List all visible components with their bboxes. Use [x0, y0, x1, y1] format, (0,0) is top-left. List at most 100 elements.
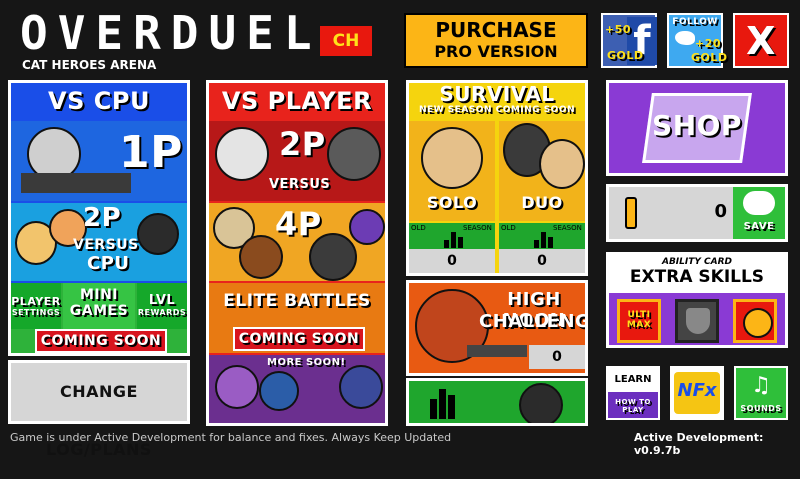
- duo-cat-icon: [539, 139, 585, 189]
- alien-cat-icon: [339, 365, 383, 409]
- dark-cat-icon: [137, 213, 179, 255]
- twitter-follow-button[interactable]: FOLLOW +20 GOLD: [667, 13, 727, 68]
- pro-version-label: PRO VERSION: [434, 42, 558, 61]
- duo-score: 0: [499, 249, 585, 273]
- ability-card-panel: ABILITY CARD EXTRA SKILLS ULTI MAX: [606, 252, 788, 348]
- versus-label: VERSUS: [269, 177, 331, 192]
- four-player-button[interactable]: 4P: [209, 203, 385, 281]
- coming-soon-badge: COMING SOON: [233, 327, 365, 351]
- shield-icon: [686, 308, 710, 334]
- solo-chart-icon: [443, 229, 464, 248]
- cat-skill-card[interactable]: [733, 299, 777, 343]
- player-settings-label: PLAYER: [11, 295, 61, 308]
- nfx-label: NFx: [677, 380, 717, 401]
- speaker-icon: ♫: [751, 373, 771, 398]
- solo-old-label: OLD: [411, 224, 426, 232]
- vs-cpu-panel: VS CPU 1P 2P VERSUS CPU PLAYER SETTINGS …: [8, 80, 190, 356]
- shop-button[interactable]: SHOP: [606, 80, 788, 176]
- ulti-max-card[interactable]: ULTI MAX: [617, 299, 661, 343]
- gold-amount: 0: [714, 201, 727, 222]
- shop-label: SHOP: [652, 109, 742, 142]
- twitter-bonus-amount: +20: [695, 37, 722, 50]
- survival-solo-button[interactable]: SOLO: [409, 121, 495, 221]
- changelog-label: CHANGE LOG/PLANS: [46, 382, 152, 459]
- save-button[interactable]: SAVE: [733, 187, 785, 239]
- one-player-button[interactable]: 1P: [11, 121, 187, 201]
- solo-cat-icon: [421, 127, 483, 189]
- games-label: GAMES: [69, 303, 129, 319]
- duo-label: DUO: [521, 193, 563, 212]
- two-player-versus-button[interactable]: 2P VERSUS: [209, 121, 385, 201]
- extra-skills-label: EXTRA SKILLS: [629, 267, 765, 287]
- ability-card-label: ABILITY CARD: [661, 257, 733, 267]
- learn-label: LEARN: [608, 368, 658, 392]
- four-p-label: 4P: [275, 205, 322, 243]
- player-settings-sub-label: SETTINGS: [11, 308, 61, 317]
- survival-duo-button[interactable]: DUO: [499, 121, 585, 221]
- game-subtitle: CAT HEROES ARENA: [22, 58, 157, 72]
- solo-label: SOLO: [426, 193, 478, 212]
- changelog-button[interactable]: CHANGE LOG/PLANS: [8, 360, 190, 459]
- twitter-bird-icon: [675, 31, 695, 45]
- gold-save-row: 0 SAVE: [606, 184, 788, 242]
- follow-label: FOLLOW: [672, 17, 718, 27]
- solo-score: 0: [409, 249, 495, 273]
- duo-stats: OLD SEASON 0: [499, 223, 585, 273]
- nfx-button[interactable]: NFx: [670, 366, 724, 420]
- mini-label: MINI: [79, 287, 119, 303]
- elite-battles-button[interactable]: ELITE BATTLES COMING SOON: [209, 283, 385, 353]
- vs-player-panel: VS PLAYER 2P VERSUS 4P ELITE BATTLES COM…: [206, 80, 388, 426]
- vs-player-title: VS PLAYER: [209, 83, 385, 119]
- facebook-bonus-amount: +50: [605, 23, 632, 36]
- revolver-icon: [467, 345, 527, 357]
- game-title: OVERDUEL: [20, 6, 322, 60]
- challenge-label: CHALLENGE: [479, 311, 585, 332]
- two-p-label: 2P: [279, 125, 326, 163]
- facebook-bonus-button[interactable]: f +50 GOLD: [601, 13, 657, 68]
- footer-notice: Game is under Active Development for bal…: [10, 431, 452, 444]
- solo-stats: OLD SEASON 0: [409, 223, 495, 273]
- rewards-label: REWARDS: [137, 308, 187, 317]
- two-player-vs-cpu-button[interactable]: 2P VERSUS CPU: [11, 203, 187, 281]
- purchase-label: PURCHASE: [435, 18, 557, 42]
- leaderboard-button[interactable]: [406, 378, 588, 426]
- more-soon-preview: MORE SOON!: [209, 355, 385, 423]
- more-soon-label: MORE SOON!: [267, 357, 346, 368]
- elite-battles-label: ELITE BATTLES: [223, 291, 371, 311]
- purple-cat-icon: [349, 209, 385, 245]
- shield-skill-card[interactable]: [675, 299, 719, 343]
- blue-cat-icon: [259, 371, 299, 411]
- player-settings-button[interactable]: PLAYER SETTINGS: [11, 283, 61, 329]
- mini-games-button[interactable]: MINI GAMES: [63, 283, 135, 329]
- survival-subtitle: NEW SEASON COMING SOON: [418, 105, 576, 115]
- pink-cat-icon: [215, 365, 259, 409]
- close-button[interactable]: X: [733, 13, 789, 68]
- white-robot-cat-icon: [215, 127, 269, 181]
- cpu-extras-row: PLAYER SETTINGS MINI GAMES LVL REWARDS C…: [11, 283, 187, 353]
- ulti-label: ULTI: [627, 310, 651, 320]
- ability-card-header: ABILITY CARD EXTRA SKILLS: [609, 255, 785, 293]
- coming-soon-badge: COMING SOON: [35, 329, 167, 353]
- duo-chart-icon: [533, 229, 554, 248]
- yellow-cat-icon: [743, 308, 773, 338]
- lvl-label: LVL: [148, 293, 176, 308]
- duo-season-label: SEASON: [553, 224, 582, 232]
- leaderboard-chart-icon: [429, 389, 456, 419]
- language-button[interactable]: CH: [320, 26, 372, 56]
- ninja-cat-icon: [519, 383, 563, 423]
- solo-season-label: SEASON: [463, 224, 492, 232]
- versus-label: VERSUS: [73, 237, 139, 253]
- how-to-play-label: HOW TO PLAY: [615, 398, 651, 414]
- rifle-icon: [21, 173, 131, 193]
- learn-how-to-play-button[interactable]: LEARN HOW TO PLAY: [606, 366, 660, 420]
- two-p-label: 2P: [83, 203, 122, 233]
- high-noon-score: 0: [529, 345, 585, 369]
- duo-old-label: OLD: [501, 224, 516, 232]
- vs-cpu-title: VS CPU: [11, 83, 187, 119]
- high-noon-challenge-button[interactable]: HIGH NOON CHALLENGE 0: [406, 280, 588, 376]
- lvl-rewards-button[interactable]: LVL REWARDS: [137, 283, 187, 329]
- sounds-button[interactable]: ♫ SOUNDS: [734, 366, 788, 420]
- gold-coin-icon: [625, 197, 637, 229]
- survival-title: SURVIVAL: [439, 82, 555, 106]
- purchase-pro-button[interactable]: PURCHASE PRO VERSION: [404, 13, 588, 68]
